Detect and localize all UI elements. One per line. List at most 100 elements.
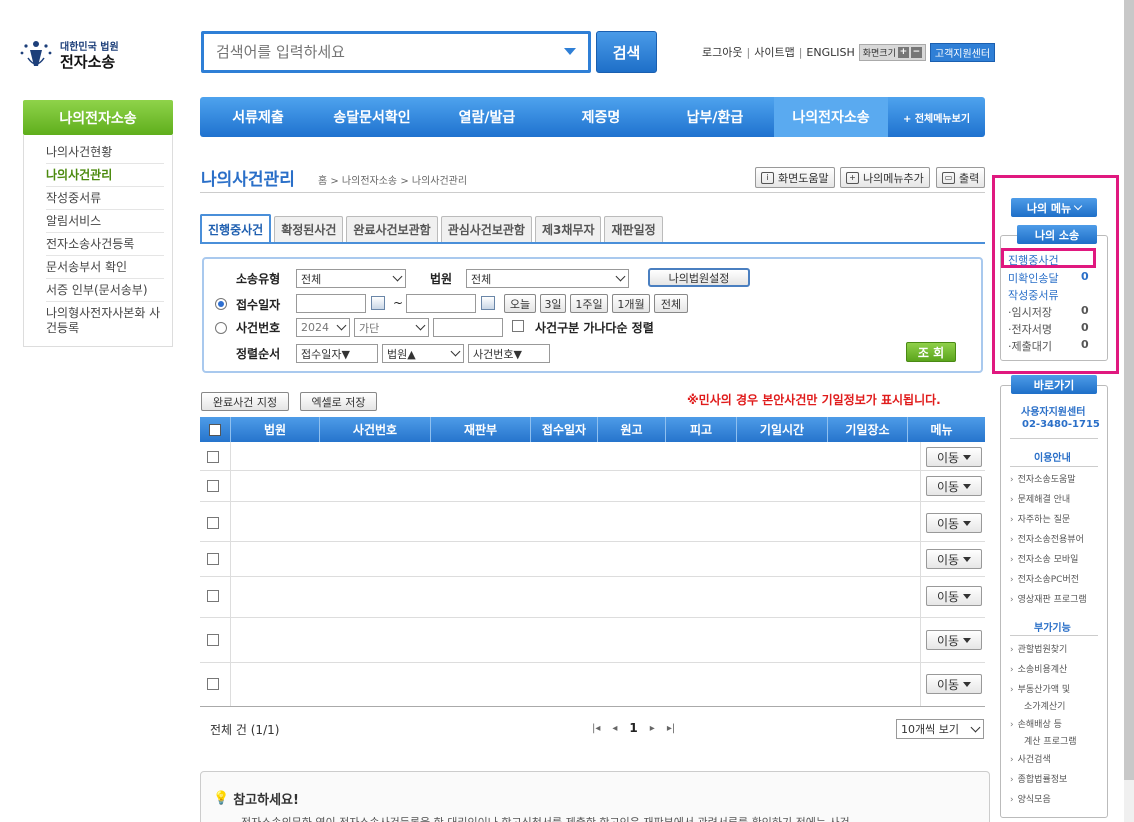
guide-link-mobile[interactable]: 전자소송 모바일 <box>1010 552 1079 569</box>
guide-link-help[interactable]: 전자소송도움말 <box>1010 472 1076 489</box>
sort-order2-select[interactable]: 법원▲ <box>382 344 464 363</box>
search-button[interactable]: 검색 <box>596 31 657 73</box>
complete-case-button[interactable]: 완료사건 지정 <box>201 392 289 411</box>
row-checkbox[interactable] <box>207 553 219 565</box>
col-hearing-place[interactable]: 기일장소 <box>828 417 908 442</box>
sidebar-item-case-manage[interactable]: 나의사건관리 <box>46 164 164 187</box>
move-button[interactable]: 이동 <box>926 549 982 569</box>
search-input[interactable] <box>204 34 544 70</box>
row-checkbox[interactable] <box>207 451 219 463</box>
calendar-icon[interactable] <box>481 296 495 310</box>
my-item-in-progress[interactable]: 진행중사건 <box>1008 252 1059 268</box>
extra-link-forms[interactable]: 양식모음 <box>1010 792 1051 809</box>
row-checkbox[interactable] <box>207 517 219 529</box>
gnb-all-menu[interactable]: + 전체메뉴보기 <box>888 97 985 137</box>
move-button[interactable]: 이동 <box>926 476 982 496</box>
extra-link-damage-calc-cont[interactable]: 계산 프로그램 <box>1024 734 1077 751</box>
move-button[interactable]: 이동 <box>926 674 982 694</box>
extra-link-damage-calc[interactable]: 손해배상 등 <box>1010 717 1062 734</box>
gnb-item-payment[interactable]: 납부/환급 <box>656 97 774 137</box>
row-checkbox[interactable] <box>207 590 219 602</box>
my-item-e-sign[interactable]: ·전자서명 <box>1008 321 1052 337</box>
tab-in-progress[interactable]: 진행중사건 <box>200 214 272 242</box>
3days-button[interactable]: 3일 <box>540 294 566 313</box>
extra-link-cost-calc[interactable]: 소송비용계산 <box>1010 662 1068 679</box>
date-to-input[interactable] <box>406 294 476 313</box>
extra-link-property-value[interactable]: 부동산가액 및 <box>1010 682 1071 699</box>
all-period-button[interactable]: 전체 <box>654 294 688 313</box>
font-increase-icon[interactable]: + <box>897 46 909 58</box>
sidebar-item-doc-send-check[interactable]: 문서송부서 확인 <box>46 256 164 279</box>
sidebar-item-case-status[interactable]: 나의사건현황 <box>46 141 164 164</box>
date-from-input[interactable] <box>296 294 366 313</box>
court-select[interactable]: 전체 <box>466 269 629 288</box>
my-court-setting-button[interactable]: 나의법원설정 <box>648 268 750 287</box>
case-serial-input[interactable] <box>433 318 503 337</box>
date-radio[interactable] <box>215 298 227 310</box>
move-button[interactable]: 이동 <box>926 447 982 467</box>
tab-third-debtor[interactable]: 제3채무자 <box>534 216 602 242</box>
guide-link-faq[interactable]: 자주하는 질문 <box>1010 512 1071 529</box>
screen-help-button[interactable]: i 화면도움말 <box>755 167 835 188</box>
my-item-unread-delivery[interactable]: 미확인송달 <box>1008 270 1059 286</box>
sort-checkbox[interactable] <box>512 320 524 332</box>
move-button[interactable]: 이동 <box>926 630 982 650</box>
prev-page-icon[interactable]: ◂ <box>612 723 617 734</box>
add-my-menu-button[interactable]: + 나의메뉴추가 <box>840 167 930 188</box>
logout-link[interactable]: 로그아웃 <box>702 44 742 60</box>
sitemap-link[interactable]: 사이트맵 <box>754 44 794 60</box>
col-receipt-date[interactable]: 접수일자 <box>531 417 598 442</box>
my-item-submit-wait[interactable]: ·제출대기 <box>1008 338 1052 354</box>
font-decrease-icon[interactable]: − <box>910 46 922 58</box>
extra-link-legal-info[interactable]: 종합법률정보 <box>1010 772 1068 789</box>
search-dropdown-icon[interactable] <box>564 48 576 55</box>
guide-link-video-trial[interactable]: 영상재판 프로그램 <box>1010 592 1087 609</box>
guide-link-troubleshoot[interactable]: 문제해결 안내 <box>1010 492 1071 509</box>
scrollbar-thumb[interactable] <box>1124 0 1134 780</box>
logo[interactable]: 대한민국 법원 전자소송 <box>18 36 128 76</box>
tab-interest-archive[interactable]: 관심사건보관함 <box>440 216 532 242</box>
tab-completed-archive[interactable]: 완료사건보관함 <box>346 216 438 242</box>
extra-link-case-search[interactable]: 사건검색 <box>1010 752 1051 769</box>
move-button[interactable]: 이동 <box>926 586 982 606</box>
select-all-checkbox[interactable] <box>209 423 221 436</box>
sidebar-item-notifications[interactable]: 알림서비스 <box>46 210 164 233</box>
today-button[interactable]: 오늘 <box>504 294 536 313</box>
current-page[interactable]: 1 <box>629 721 637 735</box>
gnb-item-certificate[interactable]: 제증명 <box>546 97 656 137</box>
col-case-number[interactable]: 사건번호 <box>320 417 431 442</box>
help-center-button[interactable]: 고객지원센터 <box>929 42 996 62</box>
extra-link-property-value-cont[interactable]: 소가계산기 <box>1024 699 1065 716</box>
suit-type-select[interactable]: 전체 <box>296 269 406 288</box>
col-defendant[interactable]: 피고 <box>666 417 737 442</box>
my-item-temp-save[interactable]: ·임시저장 <box>1008 304 1052 320</box>
print-button[interactable]: ▭ 출력 <box>936 167 986 188</box>
calendar-icon[interactable] <box>371 296 385 310</box>
col-division[interactable]: 재판부 <box>431 417 531 442</box>
case-kind-select[interactable]: 가단 <box>354 318 429 337</box>
col-court[interactable]: 법원 <box>231 417 320 442</box>
sort-order1-select[interactable]: 접수일자▼ <box>296 344 378 363</box>
row-checkbox[interactable] <box>207 678 219 690</box>
my-menu-button[interactable]: 나의 메뉴 <box>1011 198 1097 217</box>
per-page-select[interactable]: 10개씩 보기 <box>896 719 984 739</box>
last-page-icon[interactable]: ▸| <box>667 723 675 734</box>
caseno-radio[interactable] <box>215 322 227 334</box>
1month-button[interactable]: 1개월 <box>612 294 650 313</box>
1week-button[interactable]: 1주일 <box>570 294 608 313</box>
col-menu[interactable]: 메뉴 <box>908 417 975 442</box>
query-button[interactable]: 조 회 <box>906 342 956 362</box>
extra-link-find-court[interactable]: 관할법원찾기 <box>1010 642 1068 659</box>
sidebar-item-case-register[interactable]: 전자소송사건등록 <box>46 233 164 256</box>
english-link[interactable]: ENGLISH <box>806 46 854 59</box>
guide-link-viewer[interactable]: 전자소송전용뷰어 <box>1010 532 1084 549</box>
next-page-icon[interactable]: ▸ <box>650 723 655 734</box>
sidebar-item-evidence[interactable]: 서증 인부(문서송부) <box>46 279 164 302</box>
tab-confirmed[interactable]: 확정된사건 <box>274 216 344 242</box>
guide-link-pc[interactable]: 전자소송PC버전 <box>1010 572 1079 589</box>
tab-trial-schedule[interactable]: 재판일정 <box>604 216 663 242</box>
row-checkbox[interactable] <box>207 634 219 646</box>
first-page-icon[interactable]: |◂ <box>592 723 600 734</box>
excel-save-button[interactable]: 엑셀로 저장 <box>300 392 377 411</box>
sort-order3-select[interactable]: 사건번호▼ <box>468 344 550 363</box>
